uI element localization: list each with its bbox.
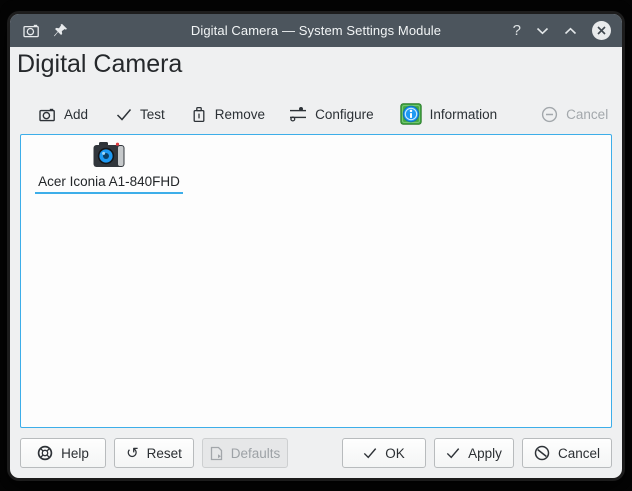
camera-list-item[interactable]: Acer Iconia A1-840FHD	[29, 141, 189, 194]
toolbar: Add Test Remove Configure	[29, 96, 612, 132]
check-icon	[116, 108, 132, 121]
info-icon	[400, 103, 422, 125]
close-button[interactable]	[592, 21, 611, 40]
pin-icon[interactable]	[53, 23, 68, 38]
prohibition-icon	[534, 445, 550, 461]
circled-dash-icon	[541, 106, 558, 123]
screen-background: Digital Camera — System Settings Module …	[0, 0, 632, 491]
configure-camera-button[interactable]: Configure	[279, 96, 384, 132]
defaults-button: Defaults	[202, 438, 288, 468]
information-button[interactable]: Information	[390, 96, 508, 132]
cancel-button[interactable]: Cancel	[522, 438, 612, 468]
remove-camera-button[interactable]: Remove	[181, 96, 275, 132]
check-icon	[363, 447, 377, 459]
cancel-operation-button: Cancel	[531, 96, 618, 132]
undo-icon: ↺	[126, 446, 139, 461]
apply-button[interactable]: Apply	[434, 438, 514, 468]
titlebar-buttons: ?	[513, 14, 611, 47]
titlebar-left-icons	[23, 14, 68, 47]
document-revert-icon	[210, 446, 223, 461]
camera-item-label: Acer Iconia A1-840FHD	[35, 174, 183, 194]
page-title: Digital Camera	[17, 50, 182, 79]
titlebar[interactable]: Digital Camera — System Settings Module …	[10, 14, 622, 47]
settings-window: Digital Camera — System Settings Module …	[10, 14, 622, 478]
app-camera-icon[interactable]	[23, 23, 40, 38]
ok-button[interactable]: OK	[342, 438, 426, 468]
minimize-button[interactable]	[536, 27, 549, 35]
test-camera-button[interactable]: Test	[106, 96, 175, 132]
camera-outline-icon	[39, 107, 56, 122]
context-help-button[interactable]: ?	[513, 23, 521, 38]
window-title: Digital Camera — System Settings Module	[191, 23, 441, 38]
footer-left-buttons: Help ↺ Reset Defaults	[20, 438, 288, 468]
maximize-button[interactable]	[564, 27, 577, 35]
trash-icon	[191, 106, 207, 123]
camera-icon	[93, 141, 125, 168]
sliders-icon	[289, 106, 307, 122]
add-camera-button[interactable]: Add	[29, 96, 98, 132]
lifebuoy-icon	[37, 445, 53, 461]
reset-button[interactable]: ↺ Reset	[114, 438, 194, 468]
footer-right-buttons: OK Apply Cancel	[342, 438, 612, 468]
camera-list[interactable]: Acer Iconia A1-840FHD	[20, 134, 612, 428]
help-button[interactable]: Help	[20, 438, 106, 468]
check-icon	[446, 447, 460, 459]
